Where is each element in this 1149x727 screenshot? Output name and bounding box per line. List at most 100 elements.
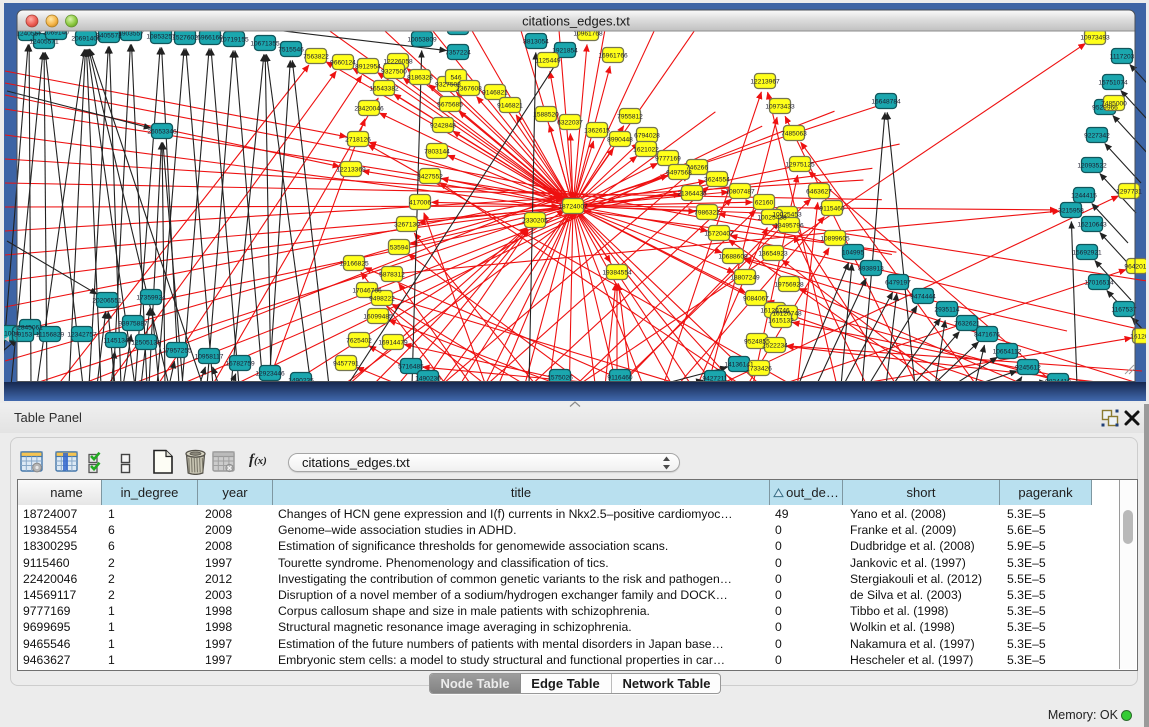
svg-text:9327500: 9327500 — [381, 68, 407, 75]
svg-text:18724007: 18724007 — [558, 203, 588, 210]
svg-text:1621022: 1621022 — [633, 146, 659, 153]
svg-text:1921854: 1921854 — [552, 47, 578, 54]
svg-text:12226058: 12226058 — [383, 58, 413, 65]
svg-text:17957255: 17957255 — [162, 347, 192, 354]
svg-text:6794028: 6794028 — [634, 132, 660, 139]
svg-text:8912954: 8912954 — [355, 63, 381, 70]
svg-text:8813054: 8813054 — [523, 38, 549, 45]
svg-text:19166825: 19166825 — [339, 260, 369, 267]
svg-text:104995: 104995 — [842, 249, 864, 256]
svg-text:8186328: 8186328 — [407, 74, 433, 81]
svg-text:19756928: 19756928 — [774, 281, 804, 288]
svg-text:3624554: 3624554 — [704, 176, 730, 183]
svg-text:10807487: 10807487 — [725, 188, 755, 195]
svg-text:9084067: 9084067 — [743, 295, 769, 302]
svg-text:9146821: 9146821 — [482, 89, 508, 96]
svg-text:7357224: 7357224 — [445, 49, 471, 56]
svg-text:8427552: 8427552 — [417, 173, 443, 180]
svg-text:12342757: 12342757 — [67, 331, 97, 338]
svg-text:2718126: 2718126 — [345, 136, 371, 143]
svg-text:9457791: 9457791 — [333, 360, 359, 367]
svg-text:12213369: 12213369 — [336, 166, 366, 173]
svg-text:26053346: 26053346 — [147, 128, 177, 135]
svg-text:18807249: 18807249 — [730, 274, 760, 281]
svg-text:1733426: 1733426 — [746, 365, 772, 372]
svg-text:15751074: 15751074 — [1098, 79, 1128, 86]
svg-text:12975125: 12975125 — [785, 161, 815, 168]
svg-text:1588520: 1588520 — [533, 111, 559, 118]
svg-text:7563822: 7563822 — [303, 53, 329, 60]
svg-text:9116460: 9116460 — [607, 374, 633, 381]
svg-text:10025438: 10025438 — [757, 214, 787, 221]
svg-text:15692921: 15692921 — [1072, 249, 1102, 256]
svg-text:20206551: 20206551 — [92, 297, 122, 304]
svg-text:7632621: 7632621 — [954, 320, 980, 327]
svg-text:7485063: 7485063 — [781, 130, 807, 137]
svg-text:17016514: 17016514 — [1084, 279, 1114, 286]
svg-text:62160: 62160 — [755, 199, 774, 206]
svg-text:8938913: 8938913 — [858, 265, 884, 272]
svg-text:2522234: 2522234 — [762, 342, 788, 349]
svg-text:9115460: 9115460 — [819, 205, 845, 212]
svg-text:7515546: 7515546 — [278, 46, 304, 53]
svg-text:2845061: 2845061 — [17, 324, 43, 331]
svg-text:1125449: 1125449 — [535, 57, 561, 64]
svg-text:16961766: 16961766 — [598, 52, 628, 59]
svg-text:1575026: 1575026 — [547, 374, 573, 381]
svg-text:9660124: 9660124 — [330, 59, 356, 66]
svg-text:16543382: 16543382 — [369, 85, 399, 92]
svg-text:2330205: 2330205 — [522, 217, 548, 224]
svg-text:16648784: 16648784 — [871, 98, 901, 105]
svg-text:93975887: 93975887 — [118, 320, 148, 327]
svg-text:10688609: 10688609 — [718, 253, 748, 260]
svg-text:16210643: 16210643 — [1077, 221, 1107, 228]
svg-text:10719155: 10719155 — [219, 36, 249, 43]
svg-text:19384554: 19384554 — [602, 269, 632, 276]
svg-text:23420046: 23420046 — [354, 105, 384, 112]
svg-text:10899605: 10899605 — [820, 235, 850, 242]
svg-text:12405571: 12405571 — [29, 38, 59, 45]
svg-text:17046766: 17046766 — [352, 287, 382, 294]
svg-text:10053809: 10053809 — [407, 36, 437, 43]
svg-text:5716485: 5716485 — [398, 363, 424, 370]
svg-text:9227342: 9227342 — [1084, 132, 1110, 139]
svg-text:16914479: 16914479 — [378, 339, 408, 346]
svg-text:citations_edges.txt: citations_edges.txt — [522, 14, 630, 29]
svg-text:1117203: 1117203 — [1110, 53, 1135, 60]
svg-text:6479197: 6479197 — [885, 279, 911, 286]
svg-text:2367608: 2367608 — [456, 85, 482, 92]
svg-text:12213967: 12213967 — [750, 78, 780, 85]
svg-text:16120748: 16120748 — [772, 310, 802, 317]
svg-text:1615132: 1615132 — [768, 317, 794, 324]
svg-text:546: 546 — [450, 74, 461, 81]
svg-text:1145134: 1145134 — [103, 337, 129, 344]
svg-text:10958117: 10958117 — [195, 353, 224, 360]
svg-text:1612074: 1612074 — [1130, 333, 1146, 340]
svg-text:9777169: 9777169 — [655, 155, 681, 162]
svg-text:16782759: 16782759 — [225, 360, 255, 367]
svg-text:9498222: 9498222 — [369, 295, 395, 302]
svg-text:8990448: 8990448 — [607, 136, 633, 143]
svg-text:7803144: 7803144 — [424, 148, 450, 155]
svg-text:15720407: 15720407 — [704, 230, 734, 237]
svg-text:1527602: 1527602 — [172, 34, 198, 41]
svg-text:10654112: 10654112 — [993, 348, 1022, 355]
svg-text:7625402: 7625402 — [346, 337, 372, 344]
svg-text:53594: 53594 — [390, 244, 409, 251]
svg-text:7986322: 7986322 — [694, 209, 720, 216]
svg-text:12093522: 12093522 — [1077, 162, 1107, 169]
svg-text:5878312: 5878312 — [379, 271, 405, 278]
svg-text:9245612: 9245612 — [1015, 364, 1041, 371]
svg-text:10973433: 10973433 — [765, 103, 795, 110]
svg-text:13654923: 13654923 — [758, 250, 788, 257]
svg-text:7485000: 7485000 — [1101, 100, 1127, 107]
svg-text:10973493: 10973493 — [1080, 34, 1110, 41]
svg-text:9242848: 9242848 — [430, 122, 456, 129]
svg-text:9146821: 9146821 — [497, 102, 523, 109]
svg-text:1244415: 1244415 — [1071, 192, 1097, 199]
svg-text:21364436: 21364436 — [677, 190, 707, 197]
svg-text:12505135: 12505135 — [131, 339, 161, 346]
svg-text:1297731: 1297731 — [1116, 188, 1142, 195]
svg-text:5675685: 5675685 — [437, 101, 463, 108]
svg-text:3215958: 3215958 — [1058, 207, 1084, 214]
